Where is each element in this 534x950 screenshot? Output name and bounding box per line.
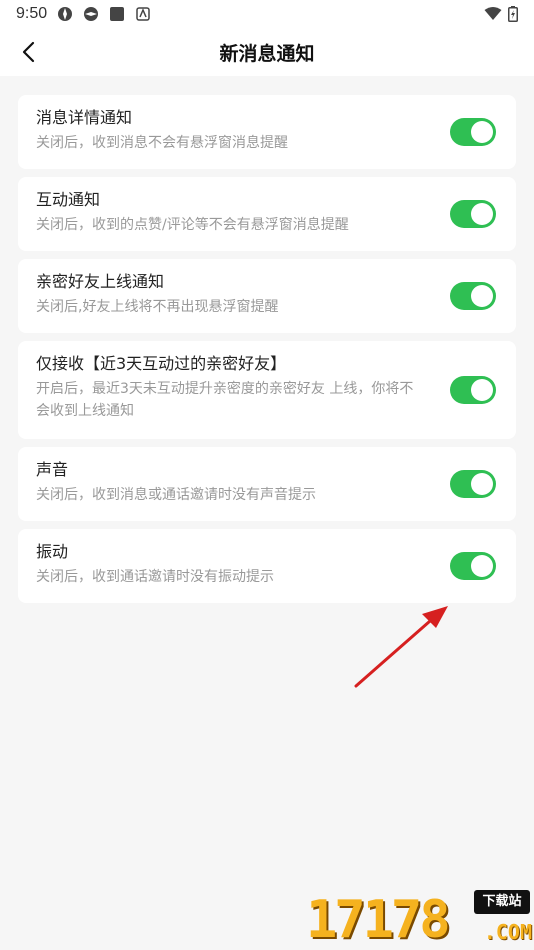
nav-header: 新消息通知 <box>0 28 534 76</box>
recent-friends-only-toggle[interactable] <box>450 376 496 404</box>
vibration-toggle[interactable] <box>450 552 496 580</box>
red-arrow-annotation <box>354 606 448 688</box>
setting-label: 声音 <box>36 460 69 479</box>
setting-label: 振动 <box>36 542 69 561</box>
app-square-icon <box>110 7 125 21</box>
status-bar: 9:50 <box>0 0 534 28</box>
watermark-logo: 17178 下载站 .COM <box>306 886 534 950</box>
setting-description: 关闭后,好友上线将不再出现悬浮窗提醒 <box>36 299 279 315</box>
setting-description: 关闭后，收到的点赞/评论等不会有悬浮窗消息提醒 <box>36 217 349 233</box>
app-notification-icon <box>58 7 73 21</box>
page-title: 新消息通知 <box>219 42 315 65</box>
toggle-knob <box>471 121 493 143</box>
battery-icon <box>508 6 518 22</box>
setting-description: 关闭后，收到通话邀请时没有振动提示 <box>36 569 274 585</box>
setting-label: 互动通知 <box>36 190 101 209</box>
chevron-left-icon <box>22 41 35 63</box>
sound-toggle[interactable] <box>450 470 496 498</box>
setting-message-detail: 消息详情通知 关闭后，收到消息不会有悬浮窗消息提醒 <box>18 95 516 169</box>
status-right <box>484 6 518 22</box>
status-time: 9:50 <box>16 5 48 22</box>
message-detail-toggle[interactable] <box>450 118 496 146</box>
settings-list: 消息详情通知 关闭后，收到消息不会有悬浮窗消息提醒 互动通知 关闭后，收到的点赞… <box>18 95 516 611</box>
watermark-com: .COM <box>483 920 532 944</box>
close-friend-online-toggle[interactable] <box>450 282 496 310</box>
wifi-icon <box>484 7 502 20</box>
app-notification-icon <box>84 7 99 21</box>
setting-label: 消息详情通知 <box>36 108 133 127</box>
setting-description: 开启后，最近3天未互动提升亲密度的亲密好友 上线，你将不会收到上线通知 <box>36 381 414 419</box>
setting-close-friend-online: 亲密好友上线通知 关闭后,好友上线将不再出现悬浮窗提醒 <box>18 259 516 333</box>
watermark-tag: 下载站 <box>474 890 530 914</box>
setting-description: 关闭后，收到消息不会有悬浮窗消息提醒 <box>36 135 288 151</box>
app-badge-icon <box>136 7 150 21</box>
toggle-knob <box>471 473 493 495</box>
back-button[interactable] <box>14 38 42 66</box>
setting-vibration: 振动 关闭后，收到通话邀请时没有振动提示 <box>18 529 516 603</box>
setting-description: 关闭后，收到消息或通话邀请时没有声音提示 <box>36 487 316 503</box>
toggle-knob <box>471 555 493 577</box>
toggle-knob <box>471 203 493 225</box>
interaction-toggle[interactable] <box>450 200 496 228</box>
toggle-knob <box>471 379 493 401</box>
setting-recent-friends-only: 仅接收【近3天互动过的亲密好友】 开启后，最近3天未互动提升亲密度的亲密好友 上… <box>18 341 516 439</box>
setting-sound: 声音 关闭后，收到消息或通话邀请时没有声音提示 <box>18 447 516 521</box>
watermark-digits: 17178 <box>306 890 451 950</box>
setting-label: 亲密好友上线通知 <box>36 272 165 291</box>
toggle-knob <box>471 285 493 307</box>
setting-label: 仅接收【近3天互动过的亲密好友】 <box>36 354 287 373</box>
setting-interaction: 互动通知 关闭后，收到的点赞/评论等不会有悬浮窗消息提醒 <box>18 177 516 251</box>
